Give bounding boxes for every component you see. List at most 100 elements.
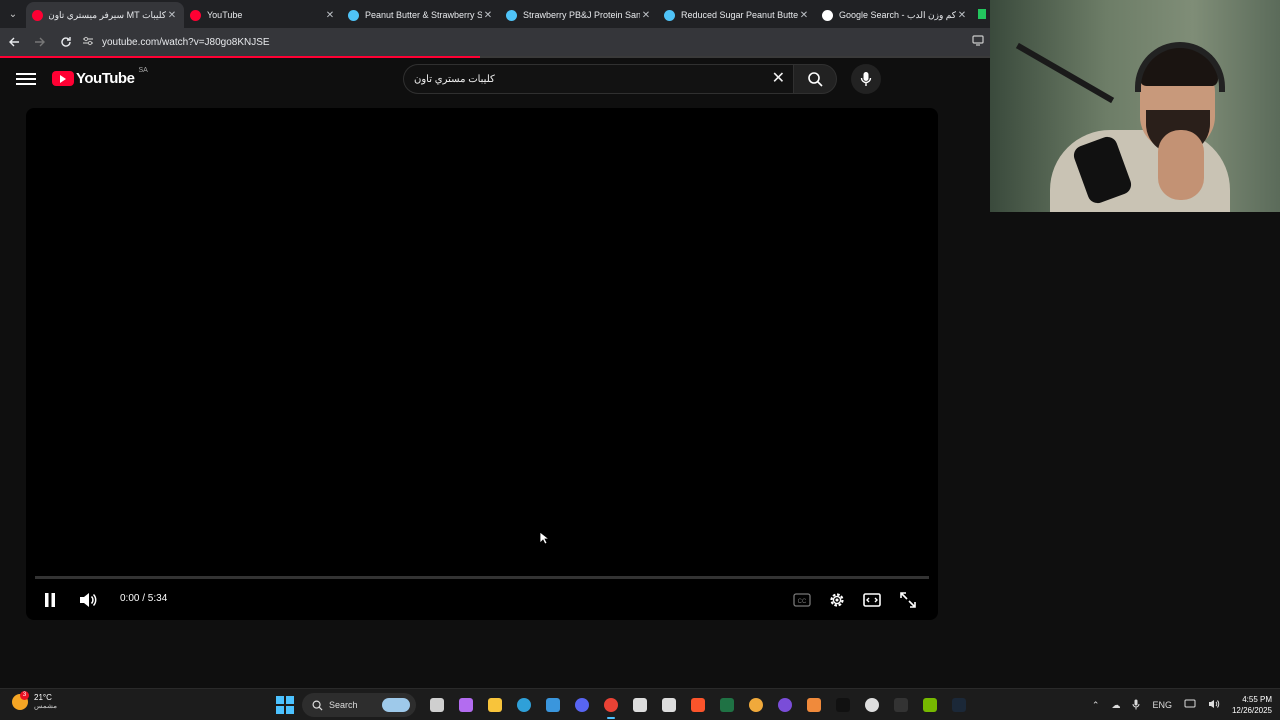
app-spiral-taskbar-icon[interactable] — [629, 694, 651, 716]
site-favicon-icon — [348, 9, 359, 21]
tab-close-icon[interactable]: ✕ — [324, 10, 336, 21]
clock-time: 4:55 PM — [1242, 695, 1272, 704]
file-explorer-icon — [487, 698, 502, 712]
edge-taskbar-icon[interactable] — [513, 694, 535, 716]
voice-search-button[interactable] — [851, 64, 881, 94]
brave-taskbar-icon[interactable] — [687, 694, 709, 716]
settings-button[interactable] — [827, 590, 847, 610]
app-avatar-taskbar-icon[interactable] — [745, 694, 767, 716]
youtube-header: YouTube SA كليبات مستري تاون ✕ — [0, 58, 990, 100]
excel-taskbar-icon[interactable] — [716, 694, 738, 716]
tab-close-icon[interactable]: ✕ — [798, 10, 810, 21]
youtube-play-logo-icon — [52, 71, 74, 86]
clear-search-icon[interactable]: ✕ — [772, 71, 785, 87]
system-clock[interactable]: 4:55 PM 12/26/2025 — [1232, 694, 1272, 716]
edge-icon — [516, 698, 531, 712]
theater-mode-icon — [863, 593, 881, 607]
install-app-icon[interactable] — [972, 34, 986, 48]
app-g-taskbar-icon[interactable] — [658, 694, 680, 716]
microphone-icon[interactable] — [1132, 699, 1140, 712]
file-explorer-taskbar-icon[interactable] — [484, 694, 506, 716]
forward-arrow-icon — [35, 37, 45, 47]
mouse-cursor-icon — [539, 531, 549, 545]
discord-taskbar-icon[interactable] — [571, 694, 593, 716]
nvidia-icon — [922, 698, 937, 712]
youtube-favicon-icon — [32, 9, 43, 21]
brave-icon — [690, 698, 705, 712]
subtitles-button[interactable]: CC — [792, 590, 812, 610]
pause-button[interactable] — [40, 590, 60, 610]
display-icon[interactable] — [1184, 699, 1196, 711]
theater-mode-button[interactable] — [862, 590, 882, 610]
nvidia-taskbar-icon[interactable] — [919, 694, 941, 716]
tab-search-button[interactable]: ⌄ — [0, 0, 26, 28]
weather-temperature: 21°C — [34, 693, 52, 702]
search-button[interactable] — [793, 64, 837, 94]
mute-button[interactable] — [78, 590, 98, 610]
language-indicator[interactable]: ENG — [1152, 700, 1172, 710]
tiktok-icon — [835, 698, 850, 712]
url-field[interactable]: youtube.com/watch?v=J80go8KNJSE — [82, 31, 270, 53]
site-favicon-icon — [664, 9, 675, 21]
sun-icon: 3 — [12, 690, 29, 710]
weather-condition: مشمس — [34, 703, 57, 710]
tiktok-taskbar-icon[interactable] — [832, 694, 854, 716]
windows-taskbar: 3 21°C مشمس Search ⌃ ☁ ENG 4:55 PM 12/26… — [0, 688, 1280, 720]
store-taskbar-icon[interactable] — [542, 694, 564, 716]
chrome-icon — [603, 698, 618, 712]
tab-6[interactable]: Google Search - كم وزن الدب ✕ — [816, 2, 974, 28]
closed-captions-icon: CC — [793, 593, 811, 607]
reload-button[interactable] — [54, 28, 78, 56]
tab-title: YouTube — [207, 10, 243, 20]
tab-4[interactable]: Strawberry PB&J Protein Sandwi ✕ — [500, 2, 658, 28]
windows-start-icon[interactable] — [276, 696, 294, 714]
menu-icon[interactable] — [16, 70, 36, 88]
app-orange-icon — [806, 698, 821, 712]
app-dark-taskbar-icon[interactable] — [890, 694, 912, 716]
network-app-icon[interactable]: ☁ — [1111, 700, 1120, 711]
chrome-taskbar-icon[interactable] — [600, 694, 622, 719]
discord-icon — [574, 698, 589, 712]
tab-title: كليبات MT سيرفر ميستري تاون 9# — [49, 9, 166, 20]
app-dark-icon — [893, 698, 908, 712]
volume-icon[interactable] — [1208, 699, 1220, 711]
streamer-hand — [1158, 130, 1204, 200]
youtube-logo[interactable]: YouTube SA — [52, 67, 148, 87]
back-button[interactable] — [2, 28, 26, 56]
tab-1[interactable]: كليبات MT سيرفر ميستري تاون 9# ✕ — [26, 2, 184, 28]
extension-icon[interactable] — [978, 9, 986, 19]
search-input[interactable]: كليبات مستري تاون ✕ — [403, 64, 793, 94]
tab-5[interactable]: Reduced Sugar Peanut Butter & ✕ — [658, 2, 816, 28]
fullscreen-button[interactable] — [898, 590, 918, 610]
clock-date: 12/26/2025 — [1231, 706, 1272, 715]
region-code: SA — [138, 67, 148, 74]
tab-close-icon[interactable]: ✕ — [640, 10, 652, 21]
app-g-icon — [661, 698, 676, 712]
tab-3[interactable]: Peanut Butter & Strawberry Spr ✕ — [342, 2, 500, 28]
steam-taskbar-icon[interactable] — [948, 694, 970, 716]
site-settings-icon[interactable] — [82, 36, 96, 48]
task-view-taskbar-icon[interactable] — [426, 694, 448, 716]
forward-button[interactable] — [28, 28, 52, 56]
youtube-favicon-icon — [190, 9, 201, 21]
chevron-up-icon[interactable]: ⌃ — [1092, 700, 1100, 711]
system-tray: ⌃ ☁ ENG 4:55 PM 12/26/2025 — [1086, 693, 1272, 717]
app-purple-taskbar-icon[interactable] — [774, 694, 796, 716]
video-progress-bar[interactable] — [35, 576, 929, 579]
app-spiral-icon — [632, 698, 647, 712]
tab-2[interactable]: YouTube ✕ — [184, 2, 342, 28]
app-orange-taskbar-icon[interactable] — [803, 694, 825, 716]
search-highlight-icon — [382, 698, 410, 712]
taskbar-search[interactable]: Search — [302, 693, 416, 717]
app-circle-taskbar-icon[interactable] — [861, 694, 883, 716]
weather-widget[interactable]: 3 21°C مشمس — [12, 690, 57, 710]
tab-close-icon[interactable]: ✕ — [482, 10, 494, 21]
video-player[interactable]: 0:00 / 5:34 CC — [26, 108, 938, 620]
tab-close-icon[interactable]: ✕ — [166, 10, 178, 21]
gear-icon — [830, 593, 844, 607]
copilot-taskbar-icon[interactable] — [455, 694, 477, 716]
tab-title: Reduced Sugar Peanut Butter & — [681, 10, 798, 20]
tab-close-icon[interactable]: ✕ — [956, 10, 968, 21]
google-favicon-icon — [822, 9, 833, 21]
task-view-icon — [429, 698, 444, 712]
